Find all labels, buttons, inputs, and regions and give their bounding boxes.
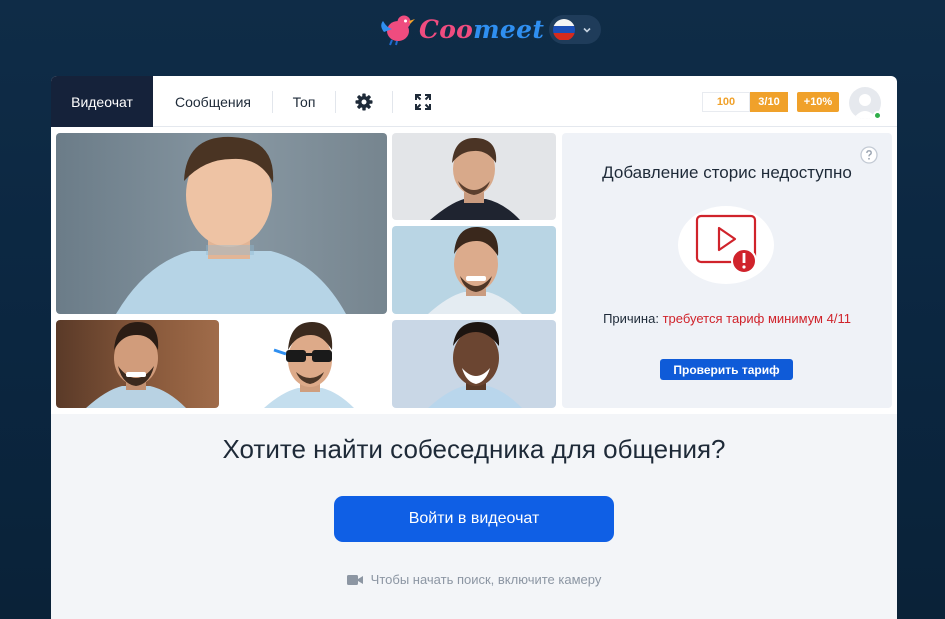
profile-photo [392,226,556,314]
start-chat-section: Хотите найти собеседника для общения? Во… [51,414,897,619]
tab-videochat[interactable]: Видеочат [51,76,153,127]
coomeet-logo[interactable]: Coomeet [378,12,544,46]
profile-photo [392,320,556,408]
nav-divider [335,91,336,113]
chevron-down-icon [583,27,591,33]
tab-label: Сообщения [175,93,251,110]
tab-messages[interactable]: Сообщения [153,76,273,127]
profile-photo [224,320,388,408]
bonus-badge[interactable]: +10% [797,92,839,112]
profile-photo [392,133,556,220]
check-tariff-button[interactable]: Проверить тариф [660,359,793,380]
gear-icon[interactable] [354,92,374,112]
top-navigation: Видеочат Сообщения Топ 100 3/10 +10% [51,76,897,127]
coins-balance[interactable]: 100 [702,92,750,112]
page-headline: Хотите найти собеседника для общения? [222,434,726,464]
russia-flag-icon [553,18,575,41]
reason-text: требуется тариф минимум 4/11 [662,311,851,326]
profile-photo-large [56,133,387,314]
reason-label: Причина: [603,311,659,326]
language-selector[interactable] [549,15,601,44]
logo-wordmark: Coomeet [419,14,545,44]
camera-hint: Чтобы начать поиск, включите камеру [51,572,897,587]
stories-panel: Добавление сторис недоступно Причина: тр… [562,133,892,408]
top-brand-bar: Coomeet [0,0,945,60]
stories-title: Добавление сторис недоступно [602,163,852,182]
tab-label: Топ [292,93,316,110]
main-card: Видеочат Сообщения Топ 100 3/10 +10% Доб… [51,76,897,619]
enter-videochat-button[interactable]: Войти в видеочат [334,496,614,542]
bird-logo-icon [381,15,415,46]
profile-photo [56,320,219,408]
online-status-dot [873,111,882,120]
tab-label: Видеочат [71,93,133,110]
help-icon[interactable] [860,146,878,164]
stories-reason: Причина: требуется тариф минимум 4/11 [562,311,892,326]
expand-icon[interactable] [413,92,433,112]
camera-hint-text: Чтобы начать поиск, включите камеру [370,572,602,587]
nav-divider [392,91,393,113]
level-badge[interactable]: 3/10 [750,92,788,112]
video-camera-icon [346,574,363,585]
video-error-icon [678,206,774,284]
tab-top[interactable]: Топ [273,76,335,127]
